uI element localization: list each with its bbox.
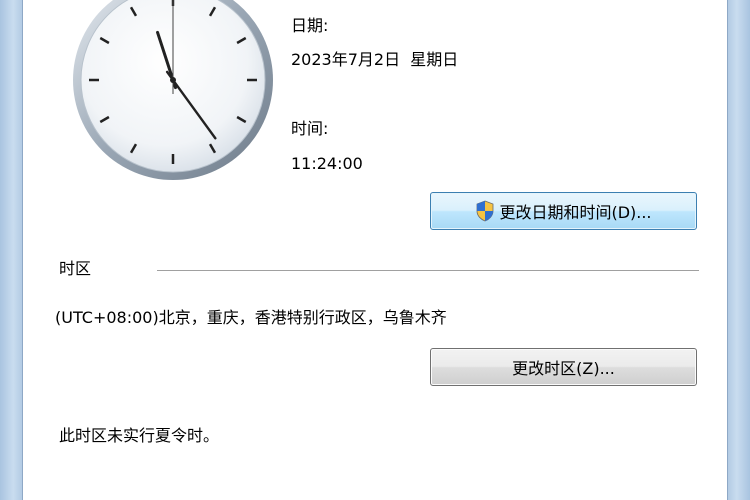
uac-shield-icon: [477, 200, 494, 222]
change-date-time-button[interactable]: 更改日期和时间(D)...: [430, 192, 697, 230]
clock-center-pin: [170, 77, 176, 83]
date-time-panel: 日期: 2023年7月2日 星期日 时间: 11:24:00 更改日期和时间(D…: [22, 0, 728, 500]
current-timezone: (UTC+08:00)北京，重庆，香港特别行政区，乌鲁木齐: [55, 308, 447, 327]
analog-clock: [73, 0, 273, 180]
window-frame-right: [728, 0, 750, 500]
date-label: 日期:: [291, 16, 329, 35]
time-label: 时间:: [291, 119, 329, 138]
time-value: 11:24:00: [291, 154, 363, 173]
change-date-time-label: 更改日期和时间(D)...: [499, 203, 652, 222]
change-timezone-label: 更改时区(Z)...: [512, 359, 615, 378]
change-timezone-button[interactable]: 更改时区(Z)...: [430, 348, 697, 386]
window-frame-left: [0, 0, 22, 500]
timezone-separator: [157, 270, 699, 271]
date-value: 2023年7月2日 星期日: [291, 50, 459, 69]
timezone-heading: 时区: [59, 259, 92, 278]
dst-note: 此时区未实行夏令时。: [59, 426, 220, 445]
